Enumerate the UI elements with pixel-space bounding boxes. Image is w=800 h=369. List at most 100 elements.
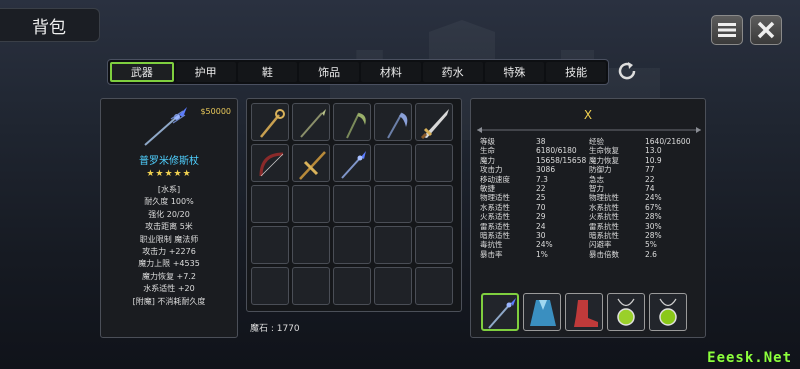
stat-label: 魔力恢复 (589, 155, 619, 165)
refresh-button[interactable] (614, 58, 640, 84)
stat-label: 生命恢复 (589, 146, 619, 156)
inventory-slot[interactable] (333, 103, 371, 141)
stat-label: 暗系适性 (480, 230, 510, 240)
stat-value: 77 (645, 165, 655, 175)
inventory-slot[interactable] (333, 226, 371, 264)
stat-label: 雷系抗性 (589, 221, 619, 231)
stat-value: 28% (645, 230, 662, 240)
inventory-slot[interactable] (292, 226, 330, 264)
item-prop: 职业限制 魔法师 (139, 234, 199, 244)
stat-value: 30% (645, 221, 662, 231)
tab-materials[interactable]: 材料 (361, 62, 421, 82)
inventory-slot[interactable] (333, 185, 371, 223)
tab-special[interactable]: 特殊 (484, 62, 545, 82)
stat-value: 7.3 (536, 174, 548, 184)
equipment-slot[interactable] (607, 293, 645, 331)
inventory-grid (251, 103, 453, 305)
stat-label: 物理抗性 (589, 193, 619, 203)
inventory-slot[interactable] (251, 185, 289, 223)
green-spear-icon (300, 109, 326, 138)
equipment-slot[interactable] (523, 293, 561, 331)
tab-shoes[interactable]: 鞋 (237, 62, 298, 82)
stat-label: 攻击力 (480, 165, 503, 175)
stat-value: 70 (536, 202, 546, 212)
inventory-slot[interactable] (374, 144, 412, 182)
tab-weapons[interactable]: 武器 (110, 62, 174, 82)
tab-accessories[interactable]: 饰品 (299, 62, 359, 82)
item-prop: 攻击距离 5米 (145, 222, 193, 232)
stat-label: 水系抗性 (589, 202, 619, 212)
item-prop: 魔力上限 +4535 (138, 259, 200, 269)
inventory-slot[interactable] (374, 103, 412, 141)
stat-value: 67% (645, 202, 662, 212)
stat-label: 经验 (589, 137, 604, 146)
red-bow-icon (259, 152, 284, 177)
stat-row: 魔力 15658/15658 魔力恢复 10.9 (480, 156, 702, 165)
inventory-slot[interactable] (415, 185, 453, 223)
stat-value: 6180/6180 (536, 146, 577, 156)
tab-potions[interactable]: 药水 (422, 62, 483, 82)
stat-value: 5% (645, 240, 657, 250)
stat-label: 急志 (589, 174, 604, 184)
inventory-slot[interactable] (292, 185, 330, 223)
inventory-slot[interactable] (333, 267, 371, 305)
equipment-slots (481, 293, 687, 331)
close-button[interactable] (750, 15, 782, 45)
inventory-slot[interactable] (292, 144, 330, 182)
item-prop: 强化 20/20 (148, 209, 190, 219)
category-tabs: 武器 护甲 鞋 饰品 材料 药水 特殊 技能 (107, 59, 609, 85)
inventory-slot[interactable] (251, 267, 289, 305)
divider (477, 127, 701, 133)
inventory-slot[interactable] (415, 226, 453, 264)
equipment-slot[interactable] (649, 293, 687, 331)
item-prop: [附魔] 不消耗耐久度 (132, 296, 206, 306)
inventory-slot[interactable] (292, 103, 330, 141)
inventory-slot[interactable] (374, 185, 412, 223)
item-prop: 魔力恢复 +7.2 (142, 271, 196, 281)
golden-staff-icon (260, 109, 285, 138)
close-icon (757, 21, 775, 39)
inventory-slot[interactable] (415, 103, 453, 141)
stat-value: 30 (536, 230, 546, 240)
stat-value: 24% (536, 240, 553, 250)
stat-value: 22 (536, 183, 546, 193)
inventory-slot[interactable] (374, 267, 412, 305)
equipment-slot[interactable] (481, 293, 519, 331)
menu-button[interactable] (711, 15, 743, 45)
staff-icon (144, 107, 187, 146)
golden-sword-icon (420, 109, 449, 139)
stat-label: 防御力 (589, 165, 612, 175)
inventory-slot[interactable] (251, 103, 289, 141)
item-prop: 耐久度 100% (144, 197, 194, 207)
watermark: Eeesk.Net (707, 350, 792, 366)
stat-label: 水系适性 (480, 202, 510, 212)
robe-icon (530, 300, 556, 326)
inventory-slot[interactable] (415, 267, 453, 305)
inventory-slot[interactable] (251, 226, 289, 264)
staff-icon (488, 298, 516, 329)
inventory-slot[interactable] (251, 144, 289, 182)
golden-cross-spear-icon (299, 151, 326, 180)
tab-skills[interactable]: 技能 (546, 62, 606, 82)
stat-label: 等级 (480, 137, 495, 146)
inventory-slot[interactable] (415, 144, 453, 182)
green-scythe-icon (346, 112, 366, 139)
character-name: X (583, 108, 593, 122)
item-prop: 攻击力 +2276 (142, 247, 196, 257)
equipment-slot[interactable] (565, 293, 603, 331)
boots-icon (574, 300, 598, 327)
stat-value: 1640/21600 (645, 137, 691, 146)
inventory-slot[interactable] (333, 144, 371, 182)
mana-stone-count: 魔石 : 1770 (250, 324, 300, 334)
stat-label: 暴击倍数 (589, 249, 619, 259)
page-title-text: 背包 (32, 17, 66, 38)
item-properties: [水系] 耐久度 100% 强化 20/20 攻击距离 5米 职业限制 魔法师 … (101, 184, 237, 308)
stat-row: 火系适性 29 火系抗性 28% (480, 212, 702, 221)
tab-armor[interactable]: 护甲 (175, 62, 236, 82)
amulet-2-icon (659, 298, 677, 326)
inventory-slot[interactable] (374, 226, 412, 264)
stat-value: 24 (536, 221, 546, 231)
inventory-grid-panel (246, 98, 462, 312)
inventory-slot[interactable] (292, 267, 330, 305)
character-stats: 等级 38 经验 1640/21600 生命 6180/6180 生命恢复 13.0 魔力 156… (480, 137, 702, 259)
